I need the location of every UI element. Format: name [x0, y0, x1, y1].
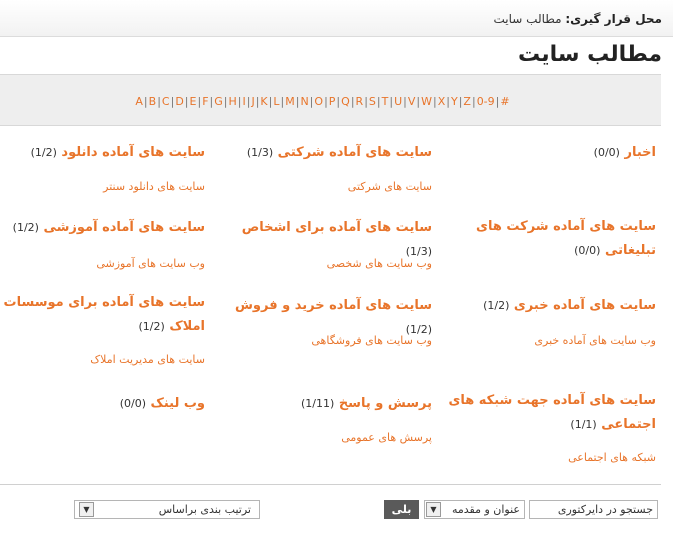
alphabet-separator: | [197, 95, 202, 108]
alphabet-separator: | [237, 95, 242, 108]
alphabet-separator: | [246, 95, 251, 108]
breadcrumb: محل قرار گیری: مطالب سایت [494, 12, 662, 26]
breadcrumb-current[interactable]: مطالب سایت [494, 12, 562, 26]
alphabet-separator: | [223, 95, 228, 108]
alphabet-letter-x[interactable]: X [438, 95, 446, 108]
category-educational[interactable]: سایت های آماده آموزشی (1/2) [0, 216, 205, 240]
search-scope-value: عنوان و مقدمه [451, 503, 520, 516]
subcategory-download[interactable]: سایت های دانلود سنتر [103, 180, 205, 193]
alphabet-letter-y[interactable]: Y [451, 95, 458, 108]
alphabet-letter-n[interactable]: N [300, 95, 308, 108]
category-qa[interactable]: پرسش و پاسخ (1/11) [212, 392, 432, 416]
alphabet-letter-b[interactable]: B [149, 95, 157, 108]
alphabet-separator: | [495, 95, 500, 108]
alphabet-separator: | [157, 95, 161, 108]
alphabet-separator: | [184, 95, 189, 108]
chevron-down-icon[interactable]: ▼ [79, 502, 94, 517]
alphabet-nav: A|B|C|D|E|F|G|H|I|J|K|L|M|N|O|P|Q|R|S|T|… [0, 95, 645, 108]
alphabet-separator: | [255, 95, 260, 108]
subcategory-educational[interactable]: وب سایت های آموزشی [96, 257, 205, 270]
alphabet-letter-q[interactable]: Q [341, 95, 350, 108]
alphabet-letter-z[interactable]: Z [463, 95, 471, 108]
alphabet-separator: | [403, 95, 407, 108]
category-news[interactable]: اخبار (0/0) [446, 141, 656, 165]
category-news-sites[interactable]: سایت های آماده خبری (1/2) [446, 294, 656, 318]
alphabet-letter-s[interactable]: S [369, 95, 376, 108]
alphabet-separator: | [324, 95, 328, 108]
subcategory-qa[interactable]: پرسش های عمومی [341, 431, 432, 444]
alphabet-letter-d[interactable]: D [175, 95, 183, 108]
subcategory-personal[interactable]: وب سایت های شخصی [327, 257, 432, 270]
chevron-down-icon[interactable]: ▼ [426, 502, 441, 517]
subcategory-shopping[interactable]: وب سایت های فروشگاهی [311, 334, 432, 347]
alphabet-letter-m[interactable]: M [285, 95, 295, 108]
category-download[interactable]: سایت های آماده دانلود (1/2) [0, 141, 205, 165]
alphabet-letter-l[interactable]: L [273, 95, 279, 108]
alphabet-letter-p[interactable]: P [329, 95, 336, 108]
search-button[interactable]: بلی [384, 500, 419, 519]
alphabet-separator: | [389, 95, 394, 108]
alphabet-letter-a[interactable]: A [135, 95, 143, 108]
alphabet-separator: | [446, 95, 450, 108]
category-web-link[interactable]: وب لینک (0/0) [0, 392, 205, 416]
alphabet-separator: | [268, 95, 273, 108]
sort-select[interactable]: ترتیب بندی براساس [74, 500, 260, 519]
alphabet-separator: | [416, 95, 421, 108]
alphabet-letter-e[interactable]: E [190, 95, 197, 108]
alphabet-separator: | [364, 95, 368, 108]
category-advertising[interactable]: سایت های آماده شرکت های تبلیغاتی (0/0) [446, 215, 656, 263]
alphabet-letter-v[interactable]: V [408, 95, 416, 108]
sort-value: ترتیب بندی براساس [158, 503, 251, 516]
alphabet-separator: | [458, 95, 463, 108]
alphabet-letter-g[interactable]: G [214, 95, 223, 108]
alphabet-separator: | [295, 95, 300, 108]
alphabet-letter-f[interactable]: F [202, 95, 208, 108]
category-corporate[interactable]: سایت های آماده شرکتی (1/3) [222, 141, 432, 165]
alphabet-letter-j[interactable]: J [251, 95, 254, 108]
alphabet-separator: | [209, 95, 214, 108]
alphabet-letter-o[interactable]: O [314, 95, 323, 108]
breadcrumb-label: محل قرار گیری: [565, 12, 662, 26]
alphabet-letter-r[interactable]: R [356, 95, 364, 108]
alphabet-letter-w[interactable]: W [421, 95, 432, 108]
alphabet-letter-u[interactable]: U [394, 95, 402, 108]
subcategory-social-networks[interactable]: شبکه های اجتماعی [568, 451, 656, 464]
alphabet-letter-t[interactable]: T [382, 95, 389, 108]
alphabet-separator: | [170, 95, 175, 108]
subcategory-corporate[interactable]: سایت های شرکتی [348, 180, 432, 193]
alphabet-letter-k[interactable]: K [260, 95, 267, 108]
alphabet-separator: | [432, 95, 437, 108]
alphabet-letter-h[interactable]: H [228, 95, 236, 108]
subcategory-news-sites[interactable]: وب سایت های آماده خبری [534, 334, 656, 347]
alphabet-letter-c[interactable]: C [162, 95, 170, 108]
alphabet-letter-0-9[interactable]: 0-9 [477, 95, 495, 108]
subcategory-real-estate[interactable]: سایت های مدیریت املاک [90, 353, 205, 366]
alphabet-separator: | [471, 95, 476, 108]
alphabet-letter-hash[interactable]: # [500, 95, 509, 108]
category-social-networks[interactable]: سایت های آماده جهت شبکه های اجتماعی (1/1… [446, 389, 656, 437]
divider [0, 484, 661, 485]
alphabet-letter-i[interactable]: I [242, 95, 245, 108]
alphabet-separator: | [350, 95, 355, 108]
directory-search-input[interactable]: جستجو در دایرکتوری [529, 500, 658, 519]
alphabet-separator: | [143, 95, 148, 108]
alphabet-separator: | [309, 95, 314, 108]
category-real-estate[interactable]: سایت های آماده برای موسسات املاک (1/2) [0, 291, 205, 339]
page-title: مطالب سایت [518, 42, 662, 67]
alphabet-separator: | [336, 95, 341, 108]
alphabet-separator: | [280, 95, 285, 108]
alphabet-separator: | [376, 95, 381, 108]
